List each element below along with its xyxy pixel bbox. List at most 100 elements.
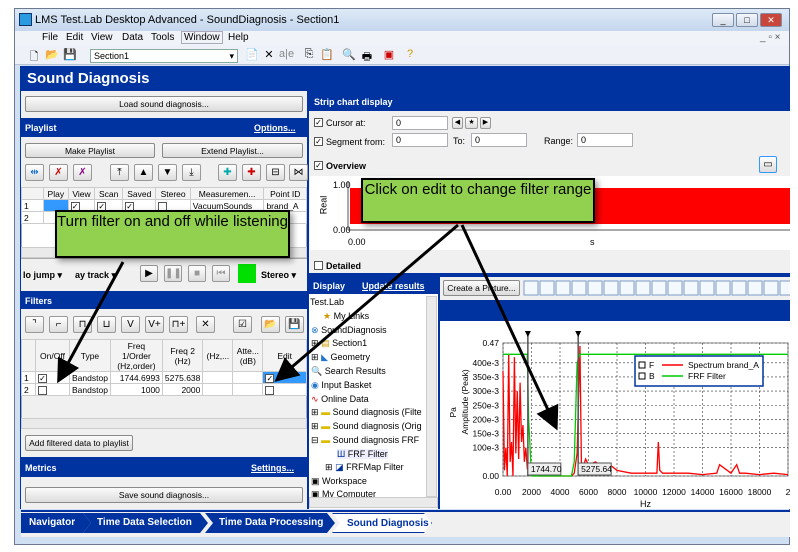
table-row[interactable]: 2 Bandstop 1000 2000 [21,383,307,396]
cursor-center-icon[interactable]: ★ [465,117,478,129]
play-icon[interactable]: ▶ [140,265,158,282]
tree-item[interactable]: ⊞ ▤ Section1 [311,338,367,349]
move-up-icon[interactable]: ▲ [134,164,153,181]
notch-icon[interactable]: V [121,316,140,333]
playlist-options-link[interactable]: Options... [254,123,296,133]
cursor-input[interactable]: 0 [392,116,448,130]
rewind-icon[interactable]: ⏮ [212,265,230,282]
tree-item[interactable]: ∿ Online Data [311,394,369,405]
bar-plot-icon[interactable] [635,280,651,296]
filter-on-checkbox[interactable]: ✓ [38,373,47,383]
help-icon[interactable]: ? [403,48,417,60]
new-icon[interactable]: 🗋 [27,48,41,67]
extend-playlist-button[interactable]: Extend Playlist... [162,143,303,158]
range-input[interactable]: 0 [577,133,633,147]
paste-icon[interactable]: 📋 [320,48,334,61]
delete-filter-icon[interactable]: ✕ [196,316,215,333]
tree-item[interactable]: ★ My Links [323,311,369,322]
tree-item[interactable]: ⊞ ◪ FRFMap Filter [325,462,404,473]
menu-data[interactable]: Data [122,32,143,43]
cursor-prev-icon[interactable]: ◀ [452,117,463,129]
edit-cell[interactable]: ✓ [262,371,307,384]
move-top-icon[interactable]: ⤒ [110,164,129,181]
list-view-icon[interactable] [683,280,699,296]
col-freq1[interactable]: Freq 1/Order (Hz,order) [109,339,163,372]
on-off-cell[interactable] [35,383,70,396]
order-filter-icon[interactable]: ⊓+ [169,316,188,333]
highpass-icon[interactable]: ⌐ [49,316,68,333]
notch-add-icon[interactable]: V+ [145,316,164,333]
expand-icon[interactable]: ⊞ [311,352,319,362]
grid-icon[interactable] [731,280,747,296]
freq2-cell[interactable]: 5275.638 [161,371,204,384]
freq1-cell[interactable]: 1000 [109,383,163,396]
expand-icon[interactable]: ⊞ [311,421,319,431]
col-type[interactable]: Type [69,339,111,372]
make-playlist-button[interactable]: Make Playlist [25,143,155,158]
scatter-plot-icon[interactable] [619,280,635,296]
menu-window[interactable]: Window [181,31,223,44]
segment-from-input[interactable]: 0 [392,133,448,147]
col-measurement[interactable]: Measuremen... [189,187,265,200]
edit-checkbox[interactable] [265,385,275,395]
nav-sound-diagnosis[interactable]: Sound Diagnosis [332,513,432,533]
segment-checkbox[interactable]: ✓ [314,137,323,146]
col-view[interactable]: View [67,187,96,200]
tree-item[interactable]: ⊗ SoundDiagnosis [311,325,387,336]
overview-checkbox[interactable]: ✓ [314,161,323,170]
expand-icon[interactable]: ⊞ [325,462,333,472]
load-sound-diagnosis-button[interactable]: Load sound diagnosis... [25,96,303,112]
expand-icon[interactable]: ⊞ [311,338,319,348]
add-filtered-data-button[interactable]: Add filtered data to playlist [25,435,133,451]
create-picture-button[interactable]: Create a Picture... [443,280,520,296]
tree-item[interactable]: ▣ Workspace [311,476,367,487]
track-mode-dropdown[interactable]: ay track ▾ [75,270,116,281]
nav-time-data-processing[interactable]: Time Data Processing [205,513,335,533]
detailed-checkbox[interactable] [314,261,323,270]
overlay-plot-icon[interactable] [555,280,571,296]
spectrum-plot-icon[interactable] [539,280,555,296]
stop-icon[interactable]: ■ [188,265,206,282]
collapse-icon[interactable]: ⊟ [311,435,319,445]
blank-icon[interactable] [779,280,795,296]
properties-icon[interactable]: ▣ [382,48,396,61]
lowpass-icon[interactable]: ⌝ [25,316,44,333]
check-all-icon[interactable]: ☑ [233,316,252,333]
move-bottom-icon[interactable]: ⤓ [182,164,201,181]
tree-vscrollbar[interactable] [426,296,437,497]
col-edit[interactable]: Edit [262,339,307,372]
freq2-cell[interactable]: 2000 [161,383,204,396]
remove-all-icon[interactable]: ✗ [73,164,92,181]
open-icon[interactable]: 📂 [45,48,59,61]
maximize-button[interactable]: □ [736,13,758,27]
blank-icon[interactable] [763,280,779,296]
cursor-next-icon[interactable]: ▶ [480,117,491,129]
tree-item[interactable]: ▣ My Computer [311,489,376,497]
print-preview-icon[interactable]: 🔍 [342,48,356,61]
copy-icon[interactable]: ⎘ [302,48,316,61]
jump-mode-dropdown[interactable]: lo jump ▾ [23,270,62,281]
freq1-cell[interactable]: 1744.6993 [109,371,163,384]
filter-on-checkbox[interactable] [38,385,47,395]
col-scan[interactable]: Scan [94,187,124,200]
on-off-cell[interactable]: ✓ [35,371,70,384]
colormap-plot-icon[interactable] [651,280,667,296]
axes-icon[interactable] [747,280,763,296]
update-results-link[interactable]: Update results [362,281,425,291]
bandstop-icon[interactable]: ⊔ [97,316,116,333]
save-filter-icon[interactable]: 💾 [285,316,304,333]
expand-icon[interactable]: ⊞ [311,407,319,417]
rename-icon[interactable]: a|e [279,48,294,60]
menu-view[interactable]: View [91,32,113,43]
tree-item[interactable]: ⊞ ◣ Geometry [311,352,370,363]
tree-hscrollbar[interactable] [309,497,438,508]
col-hz[interactable]: (Hz,... [202,339,234,372]
close-button[interactable]: ✕ [760,13,782,27]
chart-mode-icon[interactable]: ▭ [759,156,777,173]
filters-hscrollbar[interactable] [21,418,307,429]
col-freq2[interactable]: Freq 2 (Hz) [161,339,204,372]
mdi-controls[interactable]: _ ▫ × [760,32,781,43]
menu-tools[interactable]: Tools [151,32,174,43]
nav-navigator[interactable]: Navigator [21,513,91,533]
tree-item[interactable]: ⊞ ▬ Sound diagnosis (Filte [311,407,422,418]
